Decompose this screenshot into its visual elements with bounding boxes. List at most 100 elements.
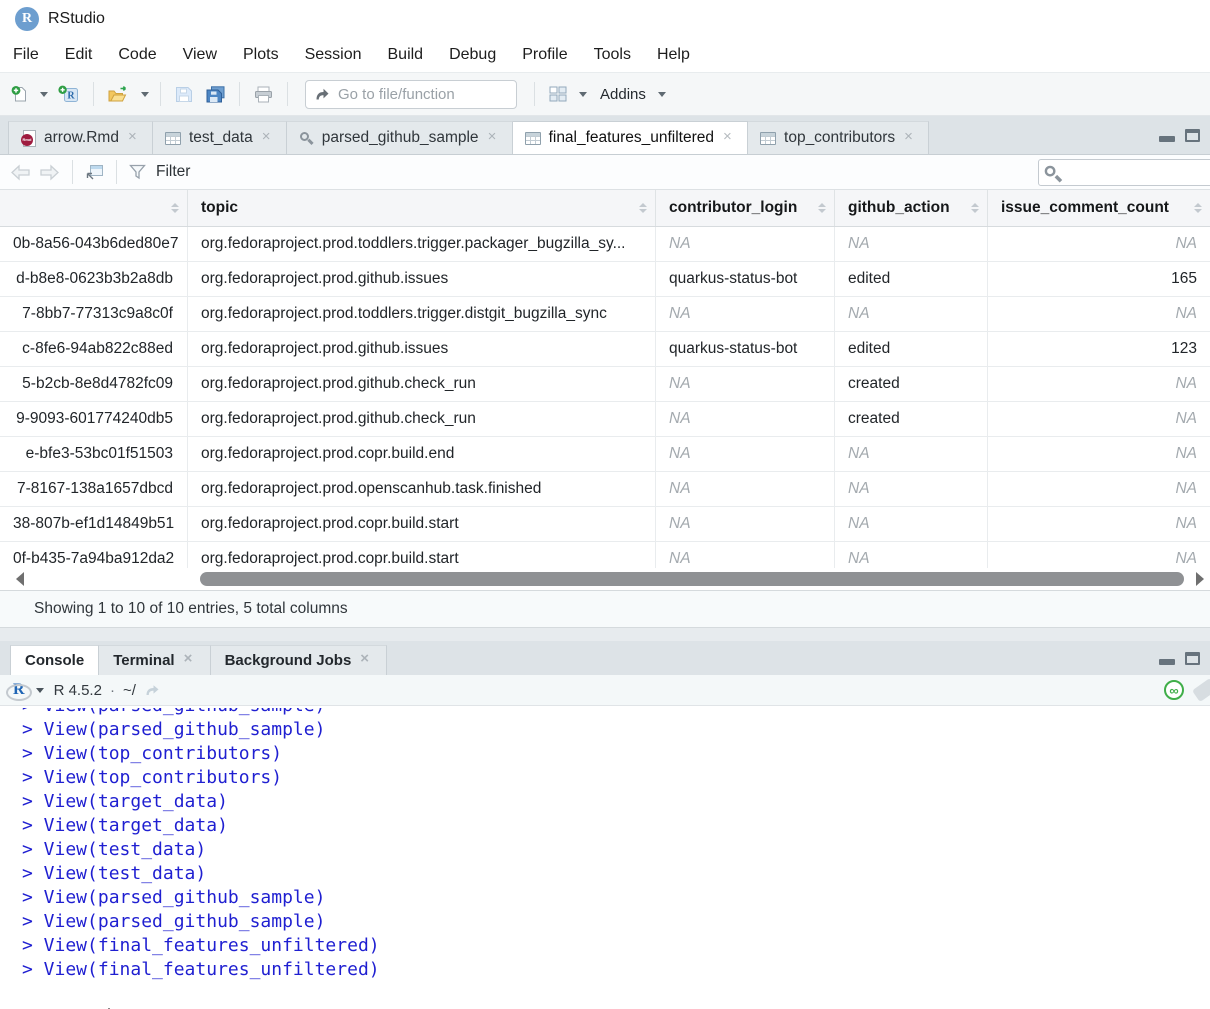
print-button[interactable] [251,83,276,106]
rmd-file-icon [21,130,36,147]
toolbar-separator [93,82,94,106]
cell: NA [988,367,1210,401]
cell: 0f-b435-7a94ba912da2 [0,542,188,568]
menu-item-help[interactable]: Help [644,46,703,64]
close-icon[interactable] [903,132,916,145]
save-all-icon [206,86,225,103]
table-row: 9-9093-601774240db5org.fedoraproject.pro… [0,402,1210,437]
pane-divider[interactable] [0,628,1210,641]
panes-layout-button[interactable] [546,83,570,105]
menu-item-profile[interactable]: Profile [509,46,580,64]
menu-item-view[interactable]: View [170,46,230,64]
chevron-down-icon[interactable] [40,92,48,97]
tab-top_contributors[interactable]: top_contributors [748,121,929,154]
column-label: topic [201,199,238,217]
sort-icon [818,203,826,213]
table-row: 0b-8a56-043b6ded80e7org.fedoraproject.pr… [0,227,1210,262]
menu-item-code[interactable]: Code [105,46,169,64]
memory-usage-icon[interactable]: ∞ [1164,680,1184,700]
chevron-down-icon[interactable] [579,92,587,97]
close-icon[interactable] [183,654,196,667]
cell: created [835,367,988,401]
cell: NA [656,507,835,541]
close-icon[interactable] [261,132,274,145]
save-icon [175,86,193,103]
popout-window-icon[interactable] [85,164,104,181]
menu-item-debug[interactable]: Debug [436,46,509,64]
cell: 38-807b-ef1d14849b51 [0,507,188,541]
table-search-input[interactable] [1066,165,1196,181]
console-line: > View(top_contributors) [22,742,1210,766]
save-button[interactable] [172,83,196,106]
cell: created [835,402,988,436]
tab-background-jobs[interactable]: Background Jobs [211,645,388,675]
working-directory-label[interactable]: ~/ [123,682,136,699]
chevron-down-icon[interactable] [36,688,44,693]
goto-file-input[interactable] [338,86,498,103]
menu-item-session[interactable]: Session [292,46,375,64]
cell: NA [835,472,988,506]
scroll-left-icon[interactable] [16,572,24,586]
tab-terminal[interactable]: Terminal [99,645,210,675]
table-icon [165,132,181,145]
back-arrow-icon[interactable] [10,164,31,181]
menu-item-plots[interactable]: Plots [230,46,292,64]
new-project-button[interactable]: R [55,82,82,106]
close-icon[interactable] [487,132,500,145]
chevron-down-icon[interactable] [141,92,149,97]
column-header-topic[interactable]: topic [188,190,656,226]
minimize-pane-icon[interactable] [1159,129,1175,142]
column-header-rowid[interactable] [0,190,188,226]
table-row: c-8fe6-94ab822c88edorg.fedoraproject.pro… [0,332,1210,367]
console-prompt-line[interactable]: > [22,982,1210,1009]
goto-file-box[interactable] [305,80,517,109]
tab-console[interactable]: Console [10,645,99,675]
close-icon[interactable] [127,132,140,145]
tab-test_data[interactable]: test_data [153,121,287,154]
close-icon[interactable] [359,654,372,667]
scroll-right-icon[interactable] [1196,572,1204,586]
maximize-pane-icon[interactable] [1185,652,1200,665]
maximize-pane-icon[interactable] [1185,129,1200,142]
menu-item-edit[interactable]: Edit [52,46,106,64]
cell: 5-b2cb-8e8d4782fc09 [0,367,188,401]
cell: NA [988,227,1210,261]
tab-parsed_github_sample[interactable]: parsed_github_sample [287,121,513,154]
save-all-button[interactable] [203,83,228,106]
close-icon[interactable] [722,132,735,145]
cell: NA [835,507,988,541]
menu-item-tools[interactable]: Tools [581,46,644,64]
tab-arrow.Rmd[interactable]: arrow.Rmd [8,121,153,154]
app-title: RStudio [48,10,105,28]
chevron-down-icon[interactable] [658,92,666,97]
open-file-button[interactable] [105,83,132,106]
filter-button[interactable]: Filter [156,163,190,181]
clear-console-icon[interactable] [1192,678,1210,702]
column-header-issue_comment_count[interactable]: issue_comment_count [988,190,1210,226]
table-search-box[interactable] [1038,159,1210,186]
console-line: > View(test_data) [22,862,1210,886]
column-header-contributor_login[interactable]: contributor_login [656,190,835,226]
addins-menu[interactable]: Addins [600,86,646,103]
menu-item-file[interactable]: File [0,46,52,64]
new-file-button[interactable] [8,82,31,106]
cell: NA [835,542,988,568]
scrollbar-thumb[interactable] [200,572,1184,586]
tab-final_features_unfiltered[interactable]: final_features_unfiltered [513,121,748,154]
minimize-pane-icon[interactable] [1159,652,1175,665]
sort-icon [639,203,647,213]
console-output[interactable]: > View(parsed_github_sample) > View(pars… [0,706,1210,1009]
console-line: > View(top_contributors) [22,766,1210,790]
column-label: contributor_login [669,199,797,217]
forward-arrow-icon[interactable] [39,164,60,181]
column-header-github_action[interactable]: github_action [835,190,988,226]
search-icon [1044,165,1062,183]
menu-item-build[interactable]: Build [375,46,437,64]
rstudio-window: R RStudio FileEditCodeViewPlotsSessionBu… [0,0,1210,1009]
clipped-console-line: > View(parsed_github_sample) [22,708,1210,718]
goto-directory-arrow-icon[interactable] [144,684,163,697]
console-line: > View(final_features_unfiltered) [22,934,1210,958]
horizontal-scrollbar[interactable] [0,568,1210,590]
filter-funnel-icon[interactable] [129,164,146,180]
cell: org.fedoraproject.prod.copr.build.start [188,507,656,541]
